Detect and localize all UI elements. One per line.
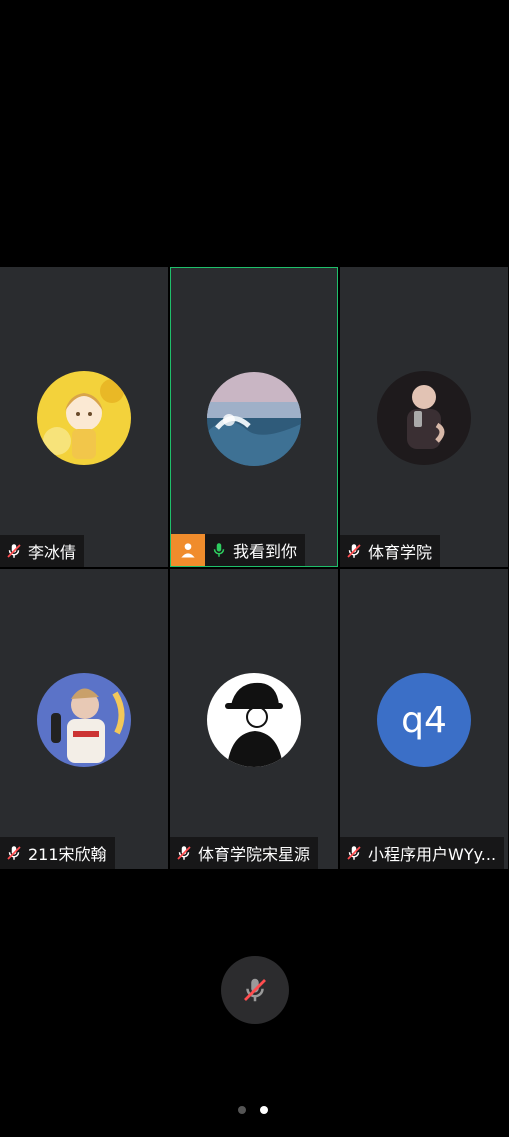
mute-toggle-button[interactable] [221,956,289,1024]
mic-active-icon [205,534,233,566]
participant-tile[interactable]: q4 小程序用户WYy... [340,569,508,869]
participant-tile-active-speaker[interactable]: 我看到你 [170,267,338,567]
participant-name: 我看到你 [233,542,298,561]
person-icon [171,534,205,566]
avatar [37,371,131,465]
name-bar: 我看到你 [171,534,306,566]
avatar [207,673,301,767]
participant-tile[interactable]: 体育学院宋星源 [170,569,338,869]
page-dot[interactable] [238,1106,246,1114]
avatar-initials: q4 [377,673,471,767]
mic-muted-icon [340,837,368,869]
mic-muted-icon [170,837,198,869]
participant-tile[interactable]: 李冰倩 [0,267,168,567]
participant-name: 李冰倩 [28,543,77,562]
name-bar: 小程序用户WYy... [340,837,505,869]
name-bar: 211宋欣翰 [0,837,115,869]
participant-tile[interactable]: 211宋欣翰 [0,569,168,869]
participant-name: 体育学院 [368,543,433,562]
page-indicator[interactable] [238,1106,268,1114]
participant-tile[interactable]: 体育学院 [340,267,508,567]
mic-muted-icon [0,535,28,567]
participant-grid: 李冰倩 我看到你 体育学院 211宋欣翰 体育学院宋星源 q4 小程序用户WYy… [0,267,509,869]
participant-name: 211宋欣翰 [28,845,107,864]
avatar [377,371,471,465]
mic-muted-icon [340,535,368,567]
muted-mic-icon [244,978,266,1002]
participant-name: 小程序用户WYy... [368,845,497,864]
mic-muted-icon [0,837,28,869]
avatar [37,673,131,767]
name-bar: 李冰倩 [0,535,85,567]
page-dot-current[interactable] [260,1106,268,1114]
name-bar: 体育学院 [340,535,441,567]
participant-name: 体育学院宋星源 [198,845,311,864]
name-bar: 体育学院宋星源 [170,837,319,869]
avatar [207,372,301,466]
